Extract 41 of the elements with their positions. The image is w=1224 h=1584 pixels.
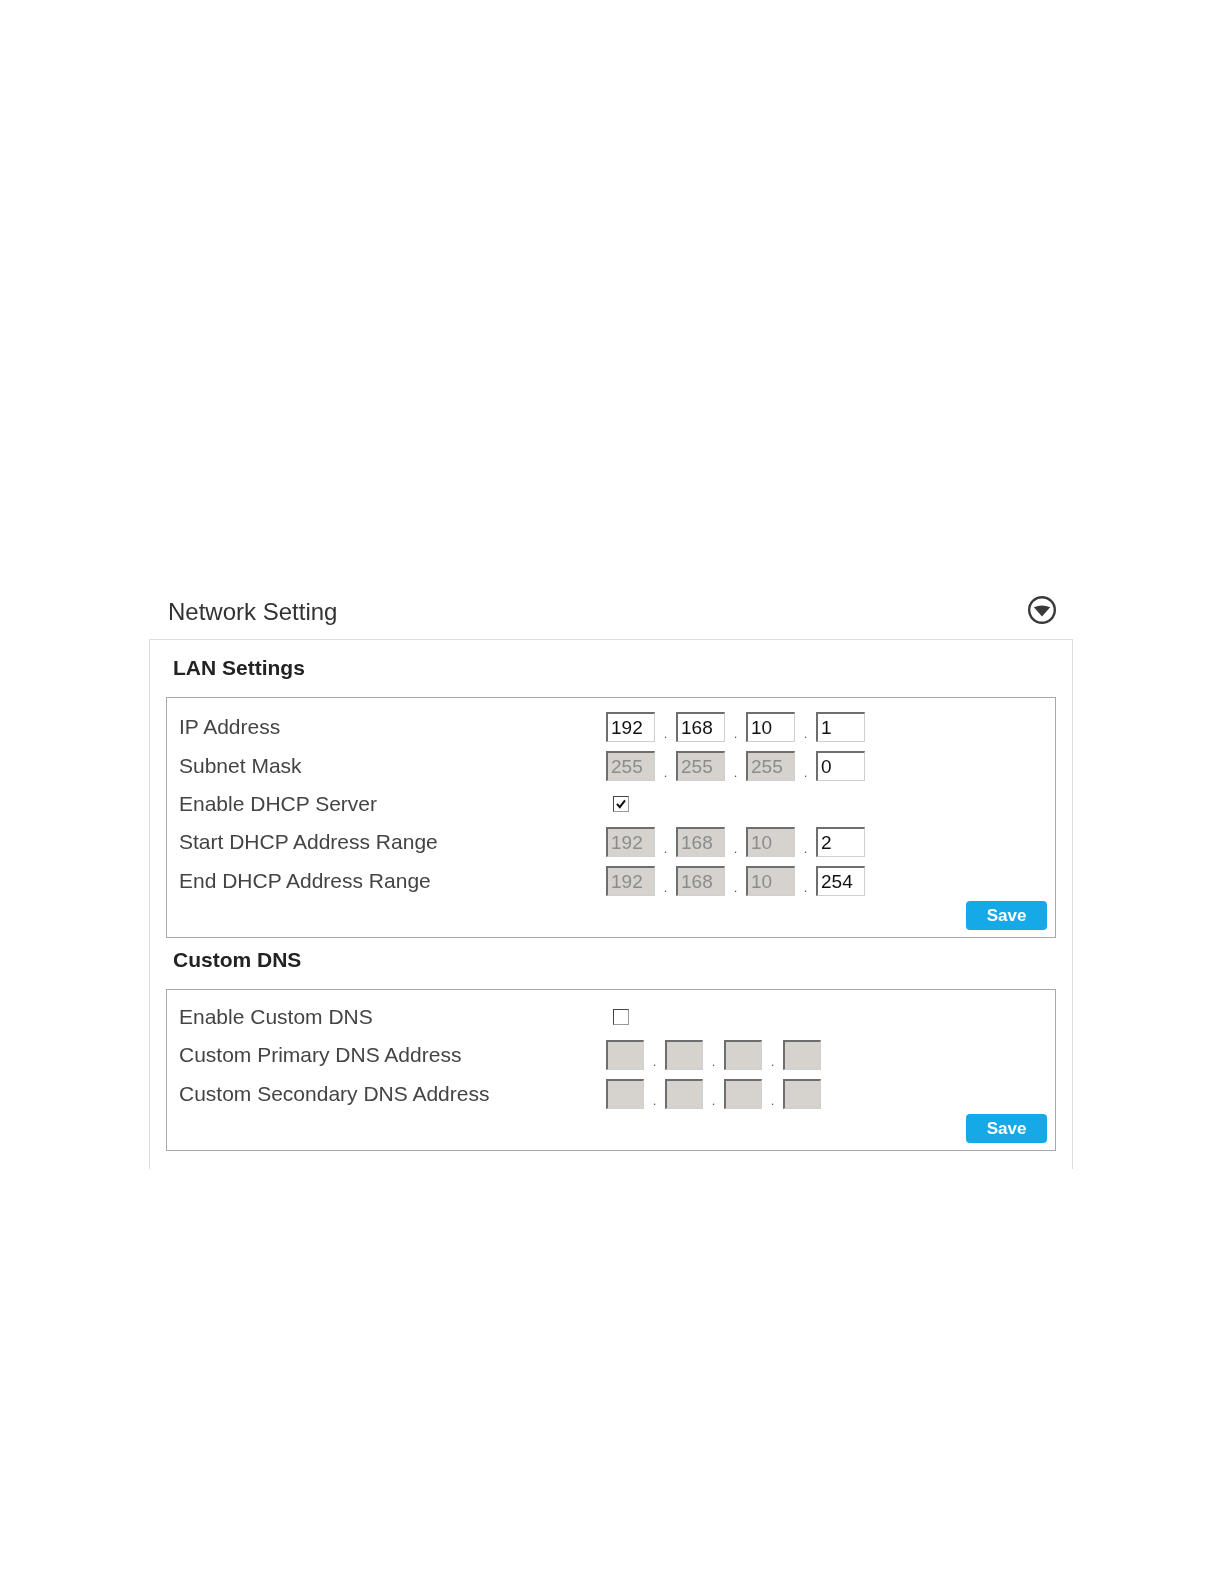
field-label: IP Address	[179, 715, 282, 739]
octet-field[interactable]: 0	[816, 751, 865, 781]
caret-circle-icon[interactable]	[1028, 596, 1056, 624]
field-label: Enable DHCP Server	[179, 792, 379, 816]
octet-field[interactable]: 1	[816, 712, 865, 742]
octet-field[interactable]: 2	[816, 827, 865, 857]
octet-separator: .	[732, 727, 739, 742]
group-title: Custom DNS	[173, 948, 303, 972]
checkbox[interactable]	[613, 796, 629, 812]
octet-separator: .	[662, 881, 669, 896]
octet-separator: .	[651, 1094, 658, 1109]
field-label: End DHCP Address Range	[179, 869, 432, 893]
octet-separator: .	[802, 842, 809, 857]
octet-separator: .	[732, 881, 739, 896]
octet-separator: .	[802, 881, 809, 896]
octet-separator: .	[732, 766, 739, 781]
octet-separator: .	[802, 766, 809, 781]
octet-field[interactable]: 10	[746, 712, 795, 742]
field-label: Subnet Mask	[179, 754, 303, 778]
group-title: LAN Settings	[173, 656, 306, 680]
octet-separator: .	[662, 727, 669, 742]
octet-separator: .	[769, 1094, 776, 1109]
checkbox[interactable]	[613, 1009, 629, 1025]
field-label: Custom Primary DNS Address	[179, 1043, 463, 1067]
octet-separator: .	[710, 1055, 717, 1070]
octet-separator: .	[710, 1094, 717, 1109]
field-label: Custom Secondary DNS Address	[179, 1082, 491, 1106]
octet-separator: .	[662, 842, 669, 857]
octet-separator: .	[651, 1055, 658, 1070]
octet-separator: .	[662, 766, 669, 781]
octet-separator: .	[769, 1055, 776, 1070]
octet-separator: .	[802, 727, 809, 742]
save-button[interactable]: Save	[966, 901, 1047, 930]
field-label: Start DHCP Address Range	[179, 830, 439, 854]
page-title: Network Setting	[168, 598, 338, 626]
octet-field[interactable]: 254	[816, 866, 865, 896]
octet-separator: .	[732, 842, 739, 857]
octet-field[interactable]: 192	[606, 712, 655, 742]
field-label: Enable Custom DNS	[179, 1005, 374, 1029]
octet-field[interactable]: 168	[676, 712, 725, 742]
save-button[interactable]: Save	[966, 1114, 1047, 1143]
